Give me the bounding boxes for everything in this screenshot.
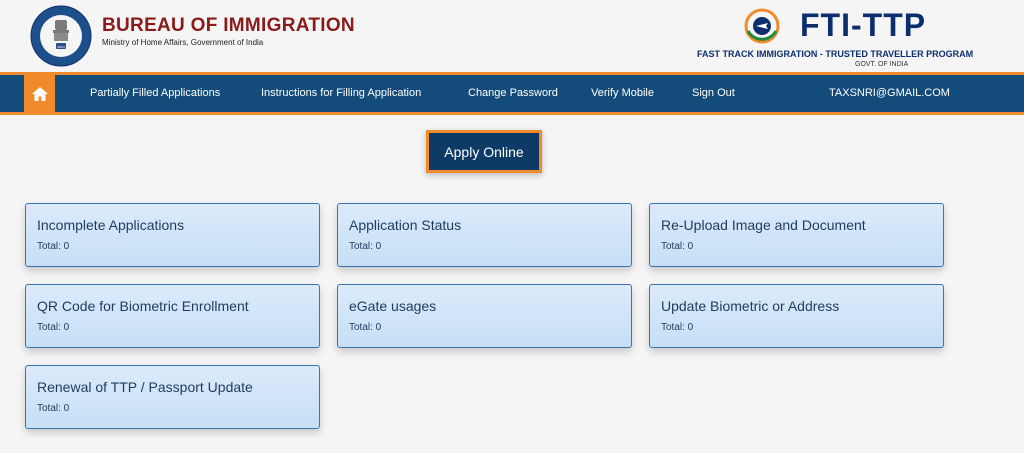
card-incomplete-applications[interactable]: Incomplete Applications Total: 0 [25,203,320,267]
nav-sign-out[interactable]: Sign Out [692,75,735,112]
card-application-status[interactable]: Application Status Total: 0 [337,203,632,267]
card-total: Total: 0 [37,241,70,252]
home-icon [31,86,48,101]
bureau-emblem-logo: INDIA [30,5,92,67]
main-nav: Partially Filled Applications Instructio… [0,72,1024,115]
card-reupload-image-document[interactable]: Re-Upload Image and Document Total: 0 [649,203,944,267]
card-title: Application Status [349,217,462,233]
card-qr-code-biometric[interactable]: QR Code for Biometric Enrollment Total: … [25,284,320,348]
card-title: eGate usages [349,298,437,314]
fti-ttp-title: FTI-TTP [800,7,927,43]
card-title: Renewal of TTP / Passport Update [37,379,253,395]
card-total: Total: 0 [37,403,70,414]
card-egate-usages[interactable]: eGate usages Total: 0 [337,284,632,348]
nav-change-password[interactable]: Change Password [468,75,558,112]
apply-online-button[interactable]: Apply Online [426,130,542,173]
card-title: Re-Upload Image and Document [661,217,866,233]
card-title: Incomplete Applications [37,217,185,233]
card-total: Total: 0 [661,241,694,252]
home-button[interactable] [24,75,55,112]
nav-partially-filled-applications[interactable]: Partially Filled Applications [90,75,220,112]
bureau-title: BUREAU OF IMMIGRATION [102,15,355,36]
card-total: Total: 0 [661,322,694,333]
nav-verify-mobile[interactable]: Verify Mobile [591,75,654,112]
card-renewal-ttp-passport[interactable]: Renewal of TTP / Passport Update Total: … [25,365,320,429]
card-update-biometric-address[interactable]: Update Biometric or Address Total: 0 [649,284,944,348]
nav-instructions[interactable]: Instructions for Filling Application [261,75,421,112]
card-total: Total: 0 [37,322,70,333]
card-total: Total: 0 [349,241,382,252]
card-title: QR Code for Biometric Enrollment [37,298,249,314]
svg-text:INDIA: INDIA [57,45,65,49]
fti-ttp-subtitle: FAST TRACK IMMIGRATION - TRUSTED TRAVELL… [697,49,974,59]
fti-ttp-logo-icon [744,8,780,44]
bureau-subtitle: Ministry of Home Affairs, Government of … [102,38,264,47]
card-total: Total: 0 [349,322,382,333]
govt-of-india-label: GOVT. OF INDIA [855,61,909,68]
header: INDIA BUREAU OF IMMIGRATION Ministry of … [0,0,1024,72]
user-email[interactable]: TAXSNRI@GMAIL.COM [829,75,950,112]
card-title: Update Biometric or Address [661,298,840,314]
